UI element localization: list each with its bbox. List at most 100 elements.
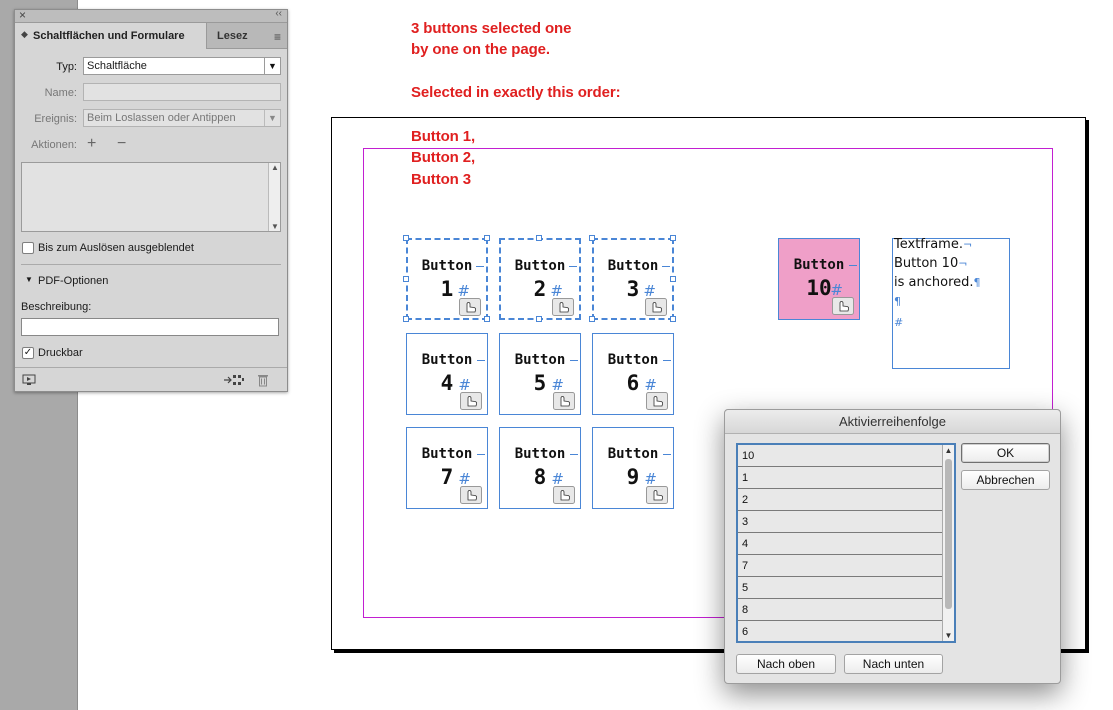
selection-handle[interactable]: [403, 276, 409, 282]
pdf-options-label[interactable]: PDF-Optionen: [38, 275, 108, 287]
tab-order-item[interactable]: 3: [738, 511, 942, 533]
remove-action-icon[interactable]: −: [117, 135, 126, 153]
end-of-line-marker: [569, 266, 577, 267]
page-button-2[interactable]: Button 2 #: [499, 238, 581, 320]
tab-order-item[interactable]: 4: [738, 533, 942, 555]
page-button-3[interactable]: Button 3 #: [592, 238, 674, 320]
hand-cursor-icon: [646, 392, 668, 410]
selection-handle[interactable]: [670, 235, 676, 241]
textframe-line-2: Button 10¬: [894, 256, 968, 271]
scroll-up-icon[interactable]: ▲: [269, 163, 281, 172]
button-label-line-1: Button: [793, 257, 845, 273]
page-button-8[interactable]: Button 8 #: [499, 427, 581, 509]
annotation-line-2: by one on the page.: [411, 41, 550, 58]
annotation-line-5: Button 2,: [411, 149, 476, 166]
selection-handle[interactable]: [670, 316, 676, 322]
actions-list[interactable]: ▲ ▼: [21, 162, 281, 232]
panel-bottom-bar: [15, 367, 287, 391]
tab-buttons-and-forms[interactable]: ◆ Schaltflächen und Formulare: [15, 23, 207, 49]
tab-order-items: 10 1 2 3 4 7 5 8 6: [738, 445, 942, 641]
selection-handle[interactable]: [403, 316, 409, 322]
end-of-line-marker: [663, 360, 671, 361]
tab-order-item[interactable]: 10: [738, 445, 942, 467]
trash-icon[interactable]: [257, 373, 269, 387]
tab-order-list[interactable]: 10 1 2 3 4 7 5 8 6 ▲ ▼: [736, 443, 956, 643]
ereignis-select[interactable]: Beim Loslassen oder Antippen ▼: [83, 109, 281, 127]
end-of-line-marker: [849, 265, 857, 266]
selection-handle[interactable]: [484, 316, 490, 322]
selection-handle[interactable]: [403, 235, 409, 241]
convert-to-button-icon[interactable]: [223, 373, 245, 387]
move-up-button[interactable]: Nach oben: [736, 654, 836, 674]
tab-order-scrollbar[interactable]: ▲ ▼: [942, 445, 954, 641]
page-button-4[interactable]: Button 4 #: [406, 333, 488, 415]
cancel-button[interactable]: Abbrechen: [961, 470, 1050, 490]
annotation-line-4: Button 1,: [411, 128, 476, 145]
end-of-line-marker: [570, 454, 578, 455]
selection-handle[interactable]: [536, 316, 542, 322]
move-down-button[interactable]: Nach unten: [844, 654, 943, 674]
divider: [21, 264, 281, 265]
textframe-line-3: is anchored.¶: [894, 275, 981, 290]
page-button-6[interactable]: Button 6 #: [592, 333, 674, 415]
tab-order-item[interactable]: 6: [738, 621, 942, 641]
scroll-down-icon[interactable]: ▼: [943, 631, 954, 640]
tab-order-item[interactable]: 8: [738, 599, 942, 621]
button-label-line-1: Button: [514, 352, 566, 368]
hand-cursor-icon: [553, 486, 575, 504]
aktionen-label: Aktionen:: [31, 139, 77, 151]
selection-handle[interactable]: [484, 235, 490, 241]
button-label-line-1: Button: [514, 446, 566, 462]
ok-button[interactable]: OK: [961, 443, 1050, 463]
druckbar-label: Druckbar: [38, 347, 83, 359]
tab-order-item[interactable]: 1: [738, 467, 942, 489]
dropdown-arrow-icon: ▼: [264, 58, 280, 74]
tab-bookmarks[interactable]: Lesez: [208, 23, 250, 49]
scroll-thumb[interactable]: [945, 459, 952, 609]
hand-cursor-icon: [460, 486, 482, 504]
selection-handle[interactable]: [536, 235, 542, 241]
preview-icon[interactable]: [22, 374, 36, 386]
panel-titlebar: × ‹‹: [15, 8, 287, 23]
hand-cursor-icon: [552, 298, 574, 316]
beschreibung-label: Beschreibung:: [21, 301, 92, 313]
page-button-9[interactable]: Button 9 #: [592, 427, 674, 509]
page-button-10[interactable]: Button 10 #: [778, 238, 860, 320]
end-of-line-marker: [570, 360, 578, 361]
druckbar-checkbox[interactable]: ✓: [22, 347, 34, 359]
page-button-1[interactable]: Button 1 #: [406, 238, 488, 320]
actions-scrollbar[interactable]: ▲ ▼: [268, 163, 280, 231]
panel-menu-icon[interactable]: ≡: [274, 30, 281, 44]
collapse-icon[interactable]: ‹‹: [275, 8, 282, 19]
hand-cursor-icon: [553, 392, 575, 410]
hidden-until-triggered-label: Bis zum Auslösen ausgeblendet: [38, 242, 194, 254]
disclosure-triangle-icon[interactable]: ▼: [25, 275, 33, 284]
typ-select[interactable]: Schaltfläche ▼: [83, 57, 281, 75]
hand-cursor-icon: [460, 392, 482, 410]
anchor-marker: #: [894, 316, 904, 329]
hidden-until-triggered-checkbox[interactable]: [22, 242, 34, 254]
tab-order-item[interactable]: 7: [738, 555, 942, 577]
close-icon[interactable]: ×: [19, 8, 26, 22]
scroll-down-icon[interactable]: ▼: [269, 222, 281, 231]
annotation-line-3: Selected in exactly this order:: [411, 84, 621, 101]
page-button-7[interactable]: Button 7 #: [406, 427, 488, 509]
annotation-line-1: 3 buttons selected one: [411, 20, 572, 37]
name-input[interactable]: [83, 83, 281, 101]
beschreibung-input[interactable]: [21, 318, 279, 336]
selection-handle[interactable]: [589, 235, 595, 241]
text-frame[interactable]: Textframe.¬ Button 10¬ is anchored.¶ ¶ #: [892, 237, 1010, 369]
end-of-line-marker: [477, 454, 485, 455]
end-of-line-marker: [477, 360, 485, 361]
tab-label: Schaltflächen und Formulare: [33, 30, 185, 42]
add-action-icon[interactable]: +: [87, 135, 96, 153]
scroll-up-icon[interactable]: ▲: [943, 446, 954, 455]
updown-arrows-icon: ◆: [21, 29, 28, 39]
tab-order-item[interactable]: 5: [738, 577, 942, 599]
selection-handle[interactable]: [589, 316, 595, 322]
page-button-5[interactable]: Button 5 #: [499, 333, 581, 415]
button-label-line-1: Button: [421, 446, 473, 462]
tab-order-item[interactable]: 2: [738, 489, 942, 511]
end-of-line-marker: [662, 266, 670, 267]
selection-handle[interactable]: [670, 276, 676, 282]
